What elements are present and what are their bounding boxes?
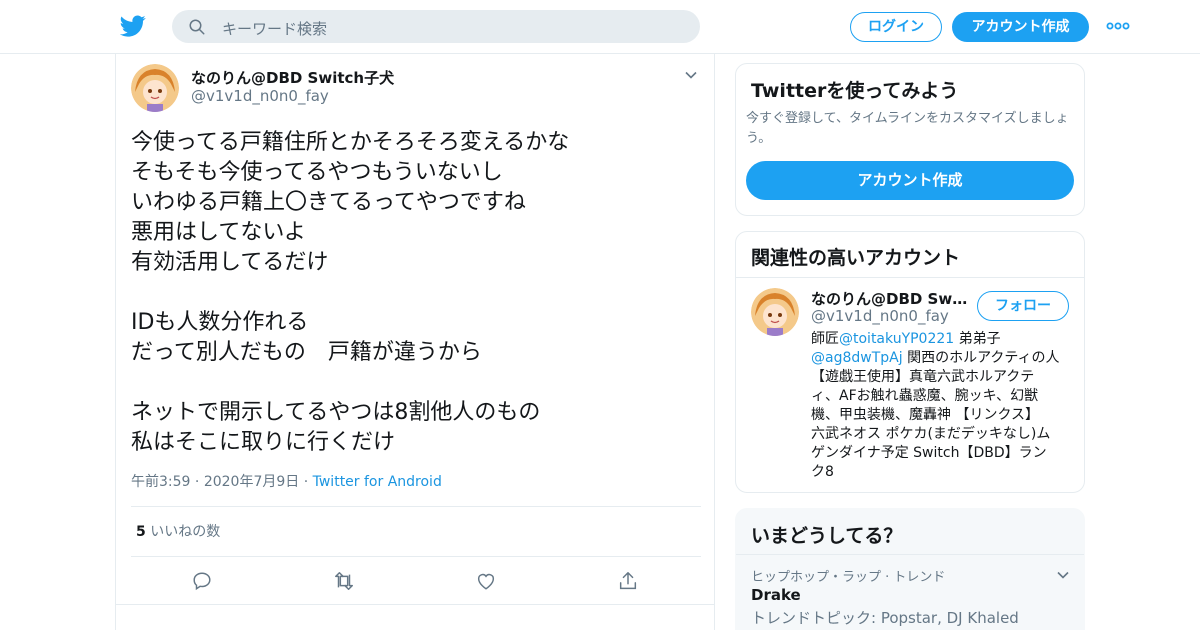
tweet-line — [131, 278, 701, 308]
divider — [116, 604, 714, 605]
like-count-label: いいねの数 — [150, 524, 221, 540]
trends-card: いまどうしてる？ ヒップホップ・ラップ · トレンド Drake トレンドトピッ… — [735, 508, 1085, 630]
bio-text: 師匠 — [811, 331, 839, 347]
tweet-line: ネットで開示してるやつは8割他人のもの — [131, 400, 541, 425]
signup-card-button[interactable]: アカウント作成 — [746, 161, 1074, 200]
tweet-line: 今使ってる戸籍住所とかそろそろ変えるかな — [131, 130, 570, 155]
search-input[interactable]: キーワード検索 — [222, 18, 327, 39]
login-button[interactable]: ログイン — [850, 12, 942, 42]
bio-line: ク8 — [811, 464, 834, 480]
divider — [131, 556, 701, 557]
reply-icon[interactable] — [191, 570, 213, 592]
bio-line: 師匠@toitakuYP0221 弟弟子 — [811, 330, 1073, 349]
search-icon — [189, 19, 205, 35]
trend-category: ヒップホップ・ラップ · トレンド — [751, 570, 946, 585]
tweet-line: いわゆる戸籍上〇きてるってやつですね — [131, 190, 526, 215]
chevron-down-icon[interactable] — [1056, 568, 1070, 582]
divider — [131, 506, 701, 507]
bio-line: 六武ネオス ポケカ(まだデッキなし)ム — [811, 426, 1051, 442]
chevron-down-icon[interactable] — [684, 68, 698, 82]
retweet-icon[interactable] — [333, 570, 355, 592]
related-accounts-title: 関連性の高いアカウント — [751, 247, 961, 269]
tweet-line: だって別人だもの 戸籍が違うから — [131, 340, 482, 365]
signup-button[interactable]: アカウント作成 — [952, 12, 1089, 42]
search-box[interactable]: キーワード検索 — [172, 10, 700, 43]
divider — [736, 277, 1084, 278]
signup-card-description: 今すぐ登録して、タイムラインをカスタマイズしましょう。 — [746, 111, 1069, 146]
trend-name-link[interactable]: Drake — [751, 586, 801, 604]
tweet-source-link[interactable]: Twitter for Android — [313, 474, 442, 490]
tweet-author-handle[interactable]: @v1v1d_n0n0_fay — [191, 87, 329, 105]
avatar-illustration-icon — [131, 64, 179, 112]
trend-topics: トレンドトピック: Popstar, DJ Khaled — [751, 609, 1019, 627]
bio-mention-link[interactable]: @ag8dwTpAj — [811, 350, 903, 366]
signup-card-title: Twitterを使ってみよう — [751, 80, 959, 102]
tweet-line: 悪用はしてないよ — [131, 220, 306, 245]
tweet-time[interactable]: 午前3:59 — [131, 474, 190, 490]
divider — [736, 554, 1084, 555]
top-navigation-bar: キーワード検索 ログイン アカウント作成 — [0, 0, 1200, 54]
avatar[interactable] — [131, 64, 179, 112]
like-icon[interactable] — [475, 570, 497, 592]
trends-title: いまどうしてる？ — [751, 525, 903, 547]
bio-line: 機、甲虫装機、魔轟神 【リンクス】 — [811, 407, 1040, 423]
tweet-metadata: 午前3:59 · 2020年7月9日 · Twitter for Android — [131, 471, 442, 491]
related-account-handle[interactable]: @v1v1d_n0n0_fay — [811, 307, 949, 325]
tweet-line: 有効活用してるだけ — [131, 250, 329, 275]
related-account-bio: 師匠@toitakuYP0221 弟弟子 @ag8dwTpAj 関西のホルアクテ… — [811, 330, 1073, 482]
tweet-line: 私はそこに取りに行くだけ — [131, 430, 396, 455]
bio-line: 【遊戯王使用】真竜六武ホルアクテ — [811, 369, 1035, 385]
follow-button[interactable]: フォロー — [977, 291, 1069, 321]
bio-line: ゲンダイナ予定 Switch【DBD】ラン — [811, 445, 1047, 461]
tweet-author-name[interactable]: なのりん@DBD Switch子犬 — [191, 67, 394, 88]
avatar-illustration-icon — [751, 288, 799, 336]
bio-mention-link[interactable]: @toitakuYP0221 — [839, 331, 954, 347]
tweet-line: そもそも今使ってるやつもういないし — [131, 160, 503, 185]
signup-card: Twitterを使ってみよう 今すぐ登録して、タイムラインをカスタマイズしましょ… — [735, 63, 1085, 216]
meta-separator: · — [303, 474, 313, 490]
tweet-date[interactable]: 2020年7月9日 — [204, 474, 299, 490]
more-options-icon[interactable] — [1106, 21, 1130, 31]
share-icon[interactable] — [617, 570, 639, 592]
twitter-bird-logo[interactable] — [120, 13, 146, 39]
bio-line: ィ、AFお触れ蟲惑魔、腕ッキ、幻獣 — [811, 388, 1039, 404]
bio-text: 弟弟子 — [954, 331, 1001, 347]
bio-line: @ag8dwTpAj 関西のホルアクティの人 — [811, 349, 1073, 368]
tweet-detail: なのりん@DBD Switch子犬 @v1v1d_n0n0_fay 今使ってる戸… — [115, 54, 715, 630]
bio-text: 関西のホルアクティの人 — [902, 350, 1060, 366]
like-count-link[interactable]: 5 いいねの数 — [136, 521, 220, 541]
like-count: 5 — [136, 524, 146, 540]
related-accounts-card: 関連性の高いアカウント なのりん@DBD Switch子犬 @v1v1d_n0n… — [735, 231, 1085, 493]
tweet-line: IDも人数分作れる — [131, 310, 309, 335]
related-account-name[interactable]: なのりん@DBD Switch子犬 — [811, 288, 971, 309]
tweet-line — [131, 368, 701, 398]
avatar[interactable] — [751, 288, 799, 336]
meta-separator: · — [194, 474, 204, 490]
tweet-text: 今使ってる戸籍住所とかそろそろ変えるかな そもそも今使ってるやつもういないし い… — [131, 128, 701, 458]
